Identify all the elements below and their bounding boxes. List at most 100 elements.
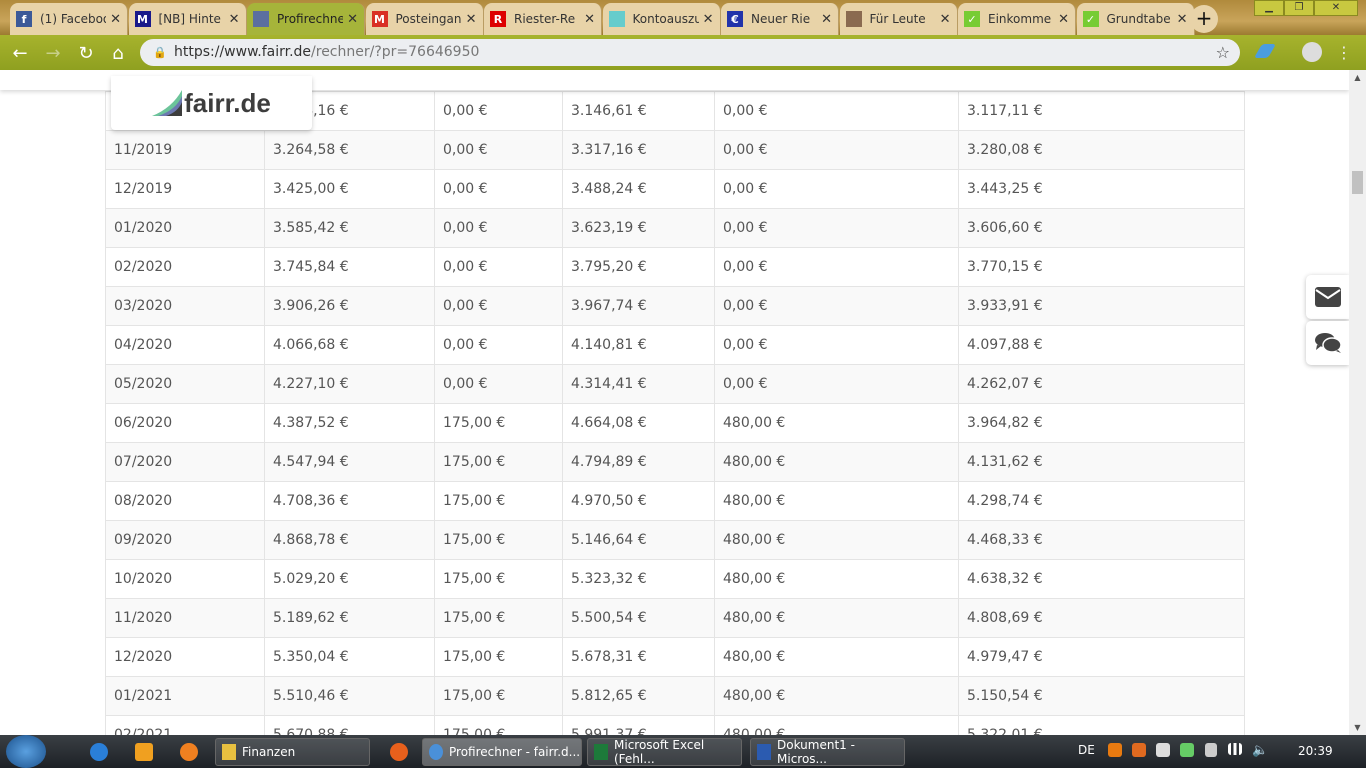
- cell-amount: 480,00 €: [714, 481, 959, 521]
- tab-1[interactable]: f (1) Facebook ✕: [10, 3, 128, 35]
- cell-amount: 480,00 €: [714, 637, 959, 677]
- tray-avast-icon[interactable]: [1108, 743, 1122, 757]
- table-row: 06/2020 4.387,52 €175,00 €4.664,08 €480,0…: [105, 403, 1245, 443]
- close-tab-icon[interactable]: ✕: [110, 12, 121, 27]
- chat-button[interactable]: [1306, 321, 1349, 365]
- cell-amount: 4.387,52 €: [264, 403, 435, 443]
- tray-signal-icon[interactable]: [1228, 743, 1242, 755]
- cell-amount: 3.425,00 €: [264, 169, 435, 209]
- forward-icon[interactable]: →: [43, 43, 63, 64]
- chrome-icon: [429, 744, 443, 760]
- volume-icon[interactable]: 🔈: [1252, 743, 1268, 758]
- cell-amount: 5.322,01 €: [958, 715, 1245, 735]
- minimize-button[interactable]: ▁: [1254, 0, 1284, 16]
- close-tab-icon[interactable]: ✕: [821, 12, 832, 27]
- close-tab-icon[interactable]: ✕: [347, 12, 358, 27]
- new-tab-button[interactable]: +: [1190, 5, 1218, 33]
- logo-mark-icon: [152, 90, 183, 116]
- clock[interactable]: 20:39: [1298, 744, 1333, 758]
- outlook-icon[interactable]: [135, 743, 153, 761]
- tab-label: Grundtabe: [1106, 12, 1171, 26]
- scrollbar-thumb[interactable]: [1352, 171, 1363, 194]
- cell-amount: 0,00 €: [434, 247, 563, 287]
- taskbar-item-word[interactable]: Dokument1 - Micros...: [750, 738, 905, 766]
- cell-amount: 3.967,74 €: [562, 286, 715, 326]
- email-contact-button[interactable]: [1306, 275, 1349, 319]
- reload-icon[interactable]: ↻: [76, 43, 96, 64]
- start-button[interactable]: [6, 735, 46, 768]
- close-tab-icon[interactable]: ✕: [703, 12, 714, 27]
- cell-amount: 0,00 €: [714, 169, 959, 209]
- tab-4[interactable]: M Posteingang ✕: [365, 3, 484, 35]
- konto-icon: [608, 11, 625, 27]
- taskbar-item-finanzen[interactable]: Finanzen: [215, 738, 370, 766]
- cell-amount: 3.745,84 €: [264, 247, 435, 287]
- tab-9[interactable]: ✓ Einkomme ✕: [958, 3, 1076, 35]
- cell-month: 01/2020: [105, 208, 265, 248]
- tab-7[interactable]: € Neuer Rie ✕: [721, 3, 839, 35]
- table-row: 11/2019 3.264,58 €0,00 €3.317,16 €0,00 €3…: [105, 130, 1245, 170]
- tab-5[interactable]: R Riester-Re ✕: [484, 3, 602, 35]
- firefox-icon[interactable]: [390, 743, 408, 761]
- page-scrollbar[interactable]: ▲ ▼: [1349, 70, 1366, 735]
- cell-month: 05/2020: [105, 364, 265, 404]
- cell-amount: 0,00 €: [714, 247, 959, 287]
- tab-8[interactable]: Für Leute ✕: [839, 3, 958, 35]
- close-tab-icon[interactable]: ✕: [1177, 12, 1188, 27]
- close-tab-icon[interactable]: ✕: [940, 12, 951, 27]
- m-icon: M: [134, 11, 151, 27]
- table-row: 01/2020 3.585,42 €0,00 €3.623,19 €0,00 €3…: [105, 208, 1245, 248]
- scroll-up-arrow[interactable]: ▲: [1349, 73, 1366, 82]
- cell-amount: 4.979,47 €: [958, 637, 1245, 677]
- close-tab-icon[interactable]: ✕: [584, 12, 595, 27]
- taskbar-item-excel[interactable]: Microsoft Excel (Fehl...: [587, 738, 742, 766]
- home-icon[interactable]: ⌂: [108, 43, 128, 64]
- bookmark-star-icon[interactable]: ☆: [1216, 39, 1230, 66]
- close-tab-icon[interactable]: ✕: [1058, 12, 1069, 27]
- cell-amount: 4.638,32 €: [958, 559, 1245, 599]
- cell-amount: 4.298,74 €: [958, 481, 1245, 521]
- cell-month: 03/2020: [105, 286, 265, 326]
- cell-month: 12/2019: [105, 169, 265, 209]
- tray-network-error-icon[interactable]: [1156, 743, 1170, 757]
- taskbar-item-chrome[interactable]: Profirechner - fairr.d...: [422, 738, 582, 766]
- cell-amount: 175,00 €: [434, 481, 563, 521]
- tray-update-icon[interactable]: [1132, 743, 1146, 757]
- scroll-down-arrow[interactable]: ▼: [1349, 723, 1366, 732]
- cell-amount: 3.606,60 €: [958, 208, 1245, 248]
- tab-10[interactable]: ✓ Grundtabe ✕: [1076, 3, 1195, 35]
- cell-month: 07/2020: [105, 442, 265, 482]
- cell-amount: 4.468,33 €: [958, 520, 1245, 560]
- projection-table: 3.104,16 €0,00 €3.146,61 €0,00 €3.117,11…: [105, 91, 1245, 735]
- cell-amount: 0,00 €: [714, 364, 959, 404]
- address-bar[interactable]: 🔒 https://www.fairr.de/rechner/?pr=76646…: [140, 39, 1240, 66]
- close-tab-icon[interactable]: ✕: [229, 12, 240, 27]
- taskbar-label: Profirechner - fairr.d...: [449, 745, 581, 759]
- back-icon[interactable]: ←: [10, 43, 30, 64]
- cell-amount: 4.794,89 €: [562, 442, 715, 482]
- internet-explorer-icon[interactable]: [90, 743, 108, 761]
- extension-feather-icon[interactable]: [1253, 44, 1277, 58]
- language-indicator[interactable]: DE: [1078, 743, 1095, 757]
- profile-avatar[interactable]: [1302, 42, 1322, 62]
- cell-amount: 0,00 €: [714, 208, 959, 248]
- tab-6[interactable]: Kontoauszug ✕: [602, 3, 721, 35]
- tray-safely-remove-icon[interactable]: [1180, 743, 1194, 757]
- close-window-button[interactable]: ✕: [1314, 0, 1358, 16]
- cell-amount: 4.664,08 €: [562, 403, 715, 443]
- euro-icon: €: [727, 11, 743, 27]
- tab-2[interactable]: M [NB] Hinte ✕: [128, 3, 247, 35]
- cell-amount: 480,00 €: [714, 403, 959, 443]
- tray-battery-icon[interactable]: [1205, 743, 1217, 757]
- restore-button[interactable]: ❐: [1284, 0, 1314, 16]
- tab-3[interactable]: Profirechner ✕: [247, 3, 365, 35]
- cell-amount: 0,00 €: [434, 91, 563, 131]
- page-content: fairr.de 3.104,16 €0,00 €3.146,61 €0,00 …: [0, 70, 1349, 735]
- close-tab-icon[interactable]: ✕: [466, 12, 477, 27]
- media-player-icon[interactable]: [180, 743, 198, 761]
- menu-icon[interactable]: ⋮: [1334, 43, 1354, 62]
- fairr-logo[interactable]: fairr.de: [111, 76, 312, 130]
- cell-amount: 4.140,81 €: [562, 325, 715, 365]
- cell-amount: 5.150,54 €: [958, 676, 1245, 716]
- cell-amount: 4.227,10 €: [264, 364, 435, 404]
